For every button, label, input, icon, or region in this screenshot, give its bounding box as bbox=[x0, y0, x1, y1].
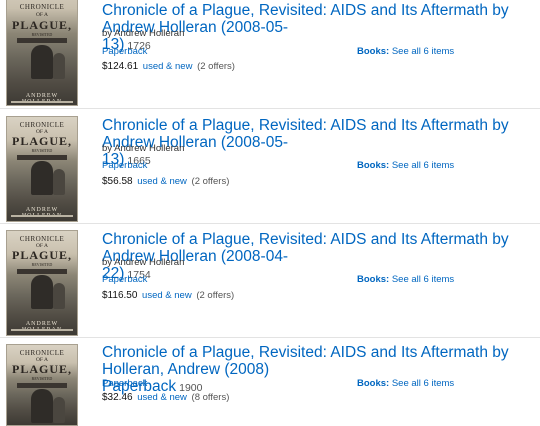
cover-title-line1: CHRONICLE bbox=[19, 121, 65, 129]
cover-blurb bbox=[11, 101, 73, 103]
cover-blurb bbox=[11, 215, 73, 217]
cover-figure bbox=[31, 45, 53, 79]
cover-title-line1: CHRONICLE bbox=[19, 3, 65, 11]
cover-title-line3: PLAGUE, bbox=[11, 18, 72, 32]
cover-blurb bbox=[11, 329, 73, 331]
books-see-all: Books: See all 6 items bbox=[357, 46, 454, 57]
books-label: Books: bbox=[357, 46, 390, 57]
byline: by Andrew Holleran bbox=[102, 143, 185, 154]
cover-author: ANDREW HOLLERAN bbox=[22, 321, 61, 333]
books-see-all: Books: See all 6 items bbox=[357, 160, 454, 171]
result-divider bbox=[0, 337, 540, 338]
book-cover-image[interactable]: CHRONICLE OF A PLAGUE, REVISITED ANDREW … bbox=[6, 230, 78, 336]
cover-title-line4: REVISITED bbox=[31, 32, 53, 37]
search-result-1: CHRONICLE OF A PLAGUE, REVISITED ANDREW … bbox=[0, 0, 540, 110]
cover-figure-secondary bbox=[53, 53, 65, 79]
book-cover-image[interactable]: CHRONICLE OF A PLAGUE, REVISITED ANDREW … bbox=[6, 0, 78, 106]
cover-figure bbox=[31, 161, 53, 195]
cover-band bbox=[17, 383, 67, 388]
search-result-3: CHRONICLE OF A PLAGUE, REVISITED ANDREW … bbox=[0, 228, 540, 338]
used-new-link[interactable]: used & new bbox=[142, 290, 192, 301]
result-title-link[interactable]: Chronicle of a Plague, Revisited: AIDS a… bbox=[102, 344, 532, 397]
offers-count: (8 offers) bbox=[191, 392, 230, 403]
books-label: Books: bbox=[357, 274, 390, 285]
cover-title-line3: PLAGUE, bbox=[11, 362, 72, 376]
cover-figure-secondary bbox=[53, 283, 65, 309]
price: $56.58 bbox=[102, 176, 133, 187]
search-result-4: CHRONICLE OF A PLAGUE, REVISITED Chronic… bbox=[0, 342, 540, 426]
used-new-link[interactable]: used & new bbox=[137, 392, 187, 403]
cover-title-line3: PLAGUE, bbox=[11, 134, 72, 148]
result-divider bbox=[0, 108, 540, 109]
cover-figure bbox=[31, 389, 53, 423]
cover-author: ANDREW HOLLERAN bbox=[22, 207, 61, 219]
result-divider bbox=[0, 223, 540, 224]
used-new-link[interactable]: used & new bbox=[143, 61, 193, 72]
cover-title-line4: REVISITED bbox=[31, 148, 53, 153]
price: $124.61 bbox=[102, 61, 139, 72]
cover-figure bbox=[31, 275, 53, 309]
see-all-link[interactable]: See all 6 items bbox=[392, 160, 454, 171]
books-label: Books: bbox=[357, 160, 390, 171]
format-link[interactable]: Paperback bbox=[102, 46, 147, 57]
see-all-link[interactable]: See all 6 items bbox=[392, 378, 454, 389]
cover-title-line1: CHRONICLE bbox=[19, 349, 65, 357]
price-line: $116.50 used & new (2 offers) bbox=[102, 290, 234, 301]
byline: by Andrew Holleran bbox=[102, 28, 185, 39]
format-link[interactable]: Paperback bbox=[102, 160, 147, 171]
cover-band bbox=[17, 38, 67, 43]
price-line: $32.46 used & new (8 offers) bbox=[102, 392, 229, 403]
cover-band bbox=[17, 269, 67, 274]
price: $32.46 bbox=[102, 392, 133, 403]
see-all-link[interactable]: See all 6 items bbox=[392, 46, 454, 57]
title-line1[interactable]: Chronicle of a Plague, Revisited: AIDS a… bbox=[102, 344, 509, 378]
cover-author: ANDREW HOLLERAN bbox=[22, 93, 61, 105]
see-all-link[interactable]: See all 6 items bbox=[392, 274, 454, 285]
used-new-link[interactable]: used & new bbox=[137, 176, 187, 187]
books-see-all: Books: See all 6 items bbox=[357, 378, 454, 389]
cover-title-line4: REVISITED bbox=[31, 262, 53, 267]
offers-count: (2 offers) bbox=[197, 61, 235, 72]
format-link[interactable]: Paperback bbox=[102, 274, 147, 285]
price-line: $124.61 used & new (2 offers) bbox=[102, 61, 235, 72]
search-result-2: CHRONICLE OF A PLAGUE, REVISITED ANDREW … bbox=[0, 114, 540, 224]
cover-title-line3: PLAGUE, bbox=[11, 248, 72, 262]
cover-figure-secondary bbox=[53, 397, 65, 423]
format-link[interactable]: Paperback bbox=[102, 378, 147, 389]
cover-title-line4: REVISITED bbox=[31, 376, 53, 381]
byline: by Andrew Holleran bbox=[102, 257, 185, 268]
books-label: Books: bbox=[357, 378, 390, 389]
book-cover-image[interactable]: CHRONICLE OF A PLAGUE, REVISITED ANDREW … bbox=[6, 116, 78, 222]
cover-band bbox=[17, 155, 67, 160]
book-cover-image[interactable]: CHRONICLE OF A PLAGUE, REVISITED bbox=[6, 344, 78, 426]
offers-count: (2 offers) bbox=[196, 290, 235, 301]
books-see-all: Books: See all 6 items bbox=[357, 274, 454, 285]
offers-count: (2 offers) bbox=[191, 176, 230, 187]
cover-title-line1: CHRONICLE bbox=[19, 235, 65, 243]
price-line: $56.58 used & new (2 offers) bbox=[102, 176, 229, 187]
cover-figure-secondary bbox=[53, 169, 65, 195]
price: $116.50 bbox=[102, 290, 138, 301]
